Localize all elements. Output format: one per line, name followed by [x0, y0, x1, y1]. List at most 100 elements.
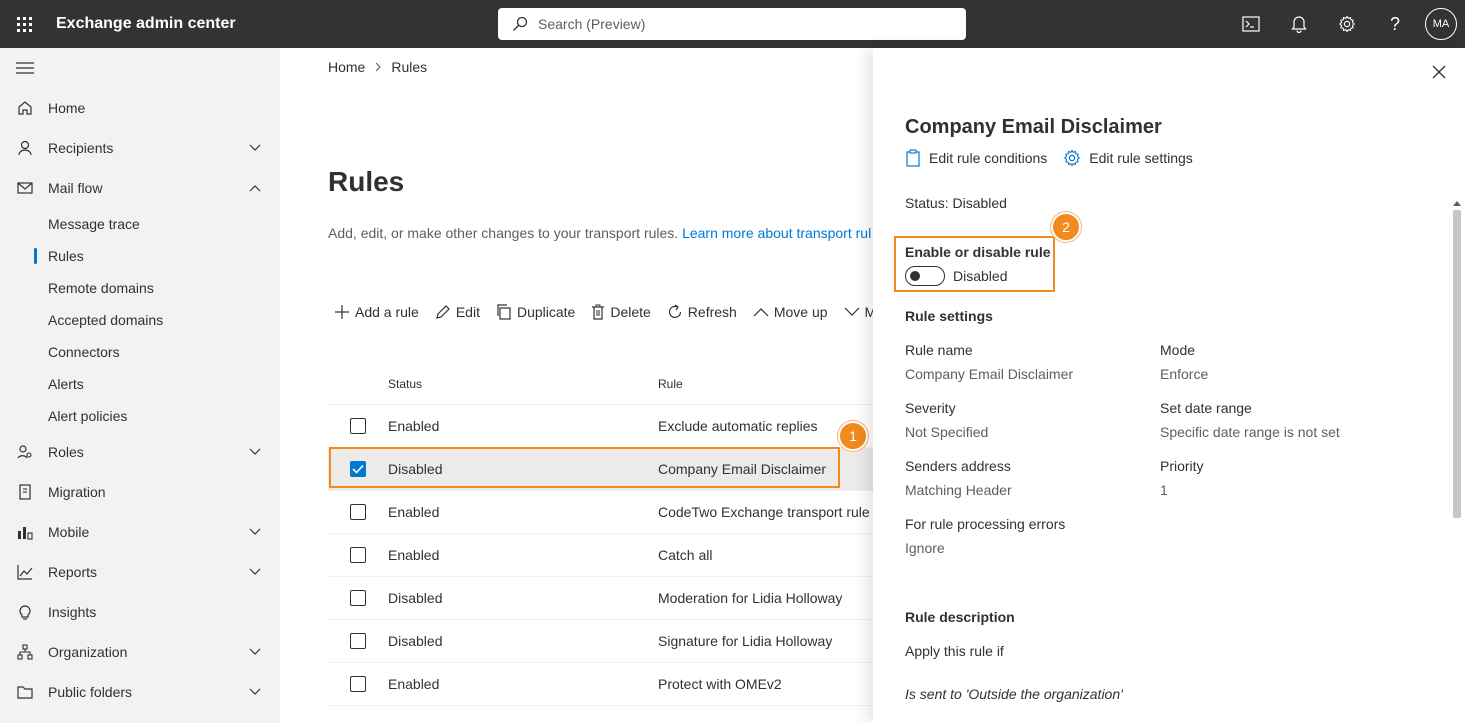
- table-row[interactable]: Enabled CodeTwo Exchange transport rule: [328, 491, 880, 534]
- edit-button[interactable]: Edit: [435, 304, 480, 320]
- chevron-down-icon: [249, 528, 261, 535]
- nav-sub-alert-policies[interactable]: Alert policies: [0, 400, 280, 432]
- delete-button[interactable]: Delete: [591, 304, 651, 320]
- nav-sub-alerts[interactable]: Alerts: [0, 368, 280, 400]
- nav-sub-rules[interactable]: Rules: [0, 240, 280, 272]
- table-row[interactable]: Enabled Catch all: [328, 534, 880, 577]
- nav-item-home[interactable]: Home: [0, 88, 280, 128]
- mobile-icon: [16, 523, 34, 541]
- row-status: Enabled: [388, 676, 440, 692]
- panel-scrollbar[interactable]: [1453, 198, 1461, 723]
- scroll-thumb[interactable]: [1453, 210, 1461, 518]
- row-checkbox[interactable]: [350, 633, 366, 649]
- refresh-button[interactable]: Refresh: [667, 304, 737, 320]
- nav-sub-label: Connectors: [48, 344, 120, 360]
- account-avatar[interactable]: MA: [1425, 8, 1457, 40]
- row-checkbox[interactable]: [350, 418, 366, 434]
- nav-item-mail-flow[interactable]: Mail flow: [0, 168, 280, 208]
- nav-sub-message-trace[interactable]: Message trace: [0, 208, 280, 240]
- row-checkbox[interactable]: [350, 547, 366, 563]
- callout-badge-2: 2: [1051, 212, 1081, 242]
- duplicate-button[interactable]: Duplicate: [496, 304, 575, 320]
- chevron-up-icon: [753, 308, 769, 317]
- row-checkbox[interactable]: [350, 590, 366, 606]
- table-row[interactable]: Disabled Signature for Lidia Holloway: [328, 620, 880, 663]
- cloud-shell-button[interactable]: [1227, 0, 1275, 48]
- app-launcher-button[interactable]: [0, 0, 48, 48]
- close-panel-button[interactable]: [1429, 62, 1449, 82]
- nav-sub-connectors[interactable]: Connectors: [0, 336, 280, 368]
- nav-label: Public folders: [48, 684, 133, 700]
- highlight-box-selected-row: [329, 447, 840, 488]
- main-content: Home Rules Rules Add, edit, or make othe…: [280, 48, 880, 723]
- nav-item-insights[interactable]: Insights: [0, 592, 280, 632]
- nav-item-recipients[interactable]: Recipients: [0, 128, 280, 168]
- highlight-box-toggle: [894, 236, 1055, 292]
- app-title[interactable]: Exchange admin center: [56, 15, 236, 33]
- row-rule-name: CodeTwo Exchange transport rule: [658, 504, 870, 520]
- table-row[interactable]: Disabled Moderation for Lidia Holloway: [328, 577, 880, 620]
- nav-sub-remote-domains[interactable]: Remote domains: [0, 272, 280, 304]
- nav-collapse-button[interactable]: [0, 48, 280, 88]
- mode-value: Enforce: [1160, 366, 1209, 382]
- date-range-label: Set date range: [1160, 400, 1252, 416]
- move-down-button[interactable]: M: [844, 304, 876, 320]
- rule-details-panel: Company Email Disclaimer Edit rule condi…: [873, 48, 1465, 723]
- page-description: Add, edit, or make other changes to your…: [328, 225, 871, 241]
- settings-button[interactable]: [1323, 0, 1371, 48]
- plus-icon: [335, 305, 349, 319]
- delete-label: Delete: [610, 304, 651, 320]
- panel-status: Status: Disabled: [905, 195, 1007, 211]
- nav-item-mobile[interactable]: Mobile: [0, 512, 280, 552]
- add-rule-button[interactable]: Add a rule: [334, 304, 419, 320]
- chevron-down-icon: [844, 307, 859, 316]
- edit-rule-conditions-label: Edit rule conditions: [929, 150, 1048, 166]
- chevron-right-icon: [375, 62, 382, 72]
- table-row[interactable]: Enabled Protect with OMEv2: [328, 663, 880, 706]
- row-status: Disabled: [388, 633, 443, 649]
- nav-label: Mobile: [48, 524, 90, 540]
- breadcrumb: Home Rules: [328, 59, 427, 75]
- chevron-down-icon: [249, 568, 261, 575]
- panel-title: Company Email Disclaimer: [905, 116, 1162, 138]
- breadcrumb-home[interactable]: Home: [328, 59, 365, 75]
- search-box[interactable]: Search (Preview): [498, 8, 966, 40]
- nav-sub-label: Message trace: [48, 216, 140, 232]
- learn-more-link[interactable]: Learn more about transport rul: [682, 225, 871, 241]
- nav-item-reports[interactable]: Reports: [0, 552, 280, 592]
- row-checkbox[interactable]: [350, 504, 366, 520]
- column-header-rule[interactable]: Rule: [658, 377, 880, 391]
- terminal-icon: [1242, 16, 1260, 32]
- rule-settings-heading: Rule settings: [905, 308, 993, 324]
- nav-item-organization[interactable]: Organization: [0, 632, 280, 672]
- priority-value: 1: [1160, 482, 1168, 498]
- scroll-up-arrow-icon[interactable]: [1453, 198, 1461, 208]
- edit-rule-settings-label: Edit rule settings: [1089, 150, 1193, 166]
- nav-item-roles[interactable]: Roles: [0, 432, 280, 472]
- priority-label: Priority: [1160, 458, 1204, 474]
- panel-actions: Edit rule conditions Edit rule settings: [905, 149, 1209, 167]
- nav-sub-label: Remote domains: [48, 280, 154, 296]
- close-icon: [1432, 65, 1446, 79]
- rule-description-heading: Rule description: [905, 609, 1015, 625]
- notifications-button[interactable]: [1275, 0, 1323, 48]
- page-title: Rules: [328, 166, 405, 197]
- nav-item-migration[interactable]: Migration: [0, 472, 280, 512]
- nav-label: Roles: [48, 444, 84, 460]
- search-icon: [513, 16, 528, 31]
- help-icon: ?: [1389, 13, 1400, 34]
- chevron-down-icon: [249, 648, 261, 655]
- row-checkbox[interactable]: [350, 676, 366, 692]
- move-up-button[interactable]: Move up: [753, 304, 828, 320]
- copy-icon: [497, 304, 511, 320]
- rule-condition-text: Is sent to 'Outside the organization': [905, 686, 1123, 702]
- table-header: Status Rule: [328, 364, 880, 405]
- edit-rule-settings-button[interactable]: Edit rule settings: [1063, 149, 1193, 167]
- clipboard-icon: [906, 149, 920, 167]
- table-row[interactable]: Enabled Exclude automatic replies: [328, 405, 880, 448]
- edit-rule-conditions-button[interactable]: Edit rule conditions: [905, 149, 1047, 167]
- nav-sub-accepted-domains[interactable]: Accepted domains: [0, 304, 280, 336]
- nav-item-public-folders[interactable]: Public folders: [0, 672, 280, 712]
- column-header-status[interactable]: Status: [388, 377, 658, 391]
- help-button[interactable]: ?: [1371, 0, 1419, 48]
